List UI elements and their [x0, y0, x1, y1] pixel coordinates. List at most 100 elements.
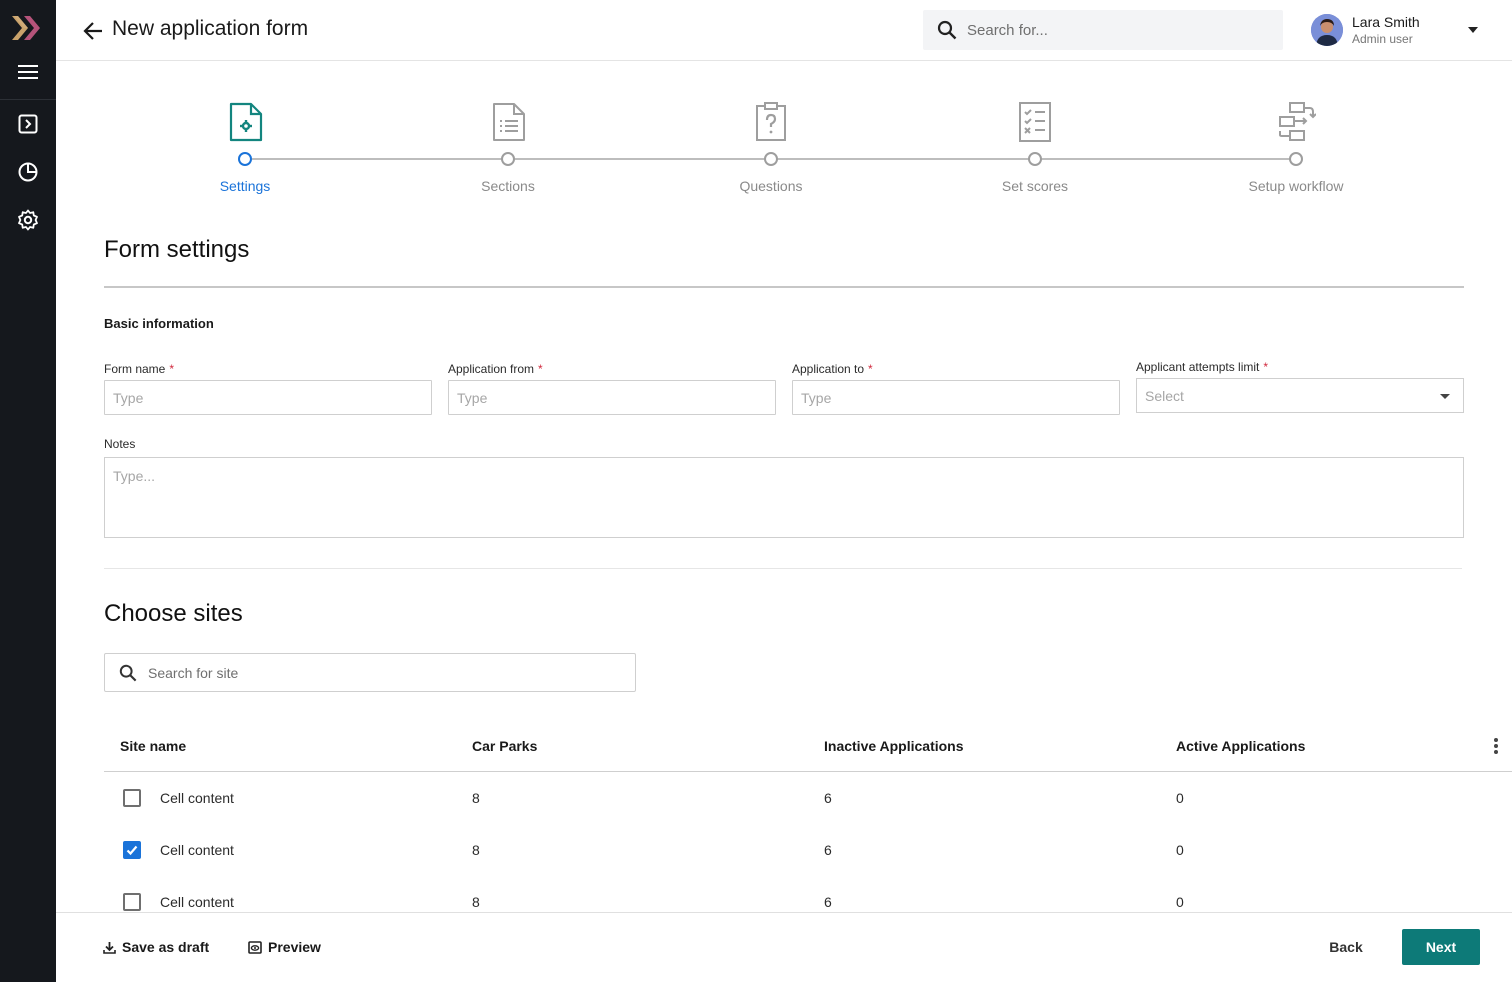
- notes-label: Notes: [104, 437, 136, 451]
- step-dot: [1028, 152, 1042, 166]
- basic-info-heading: Basic information: [104, 316, 214, 331]
- table-row: Cell content 8 6 0: [104, 772, 1512, 824]
- step-dot: [1289, 152, 1303, 166]
- column-header[interactable]: Inactive Applications: [824, 738, 964, 754]
- download-icon: [103, 941, 116, 954]
- sites-table: Site name Car Parks Inactive Application…: [104, 720, 1512, 928]
- global-search-input[interactable]: [967, 10, 1267, 50]
- active-applications-cell: 0: [1176, 894, 1184, 910]
- section-divider: [104, 286, 1464, 288]
- top-bar: New application form Lara Smith Admin us…: [56, 0, 1512, 61]
- chevron-down-icon: [1440, 394, 1450, 399]
- user-name: Lara Smith: [1352, 14, 1420, 30]
- workflow-icon: [1279, 102, 1316, 141]
- checkmark-icon: [126, 845, 138, 856]
- menu-button[interactable]: [0, 48, 56, 96]
- logo-icon[interactable]: [10, 14, 46, 42]
- step-label: Questions: [739, 178, 803, 194]
- column-header[interactable]: Car Parks: [472, 738, 537, 754]
- step-sections[interactable]: Sections: [418, 61, 598, 211]
- step-label: Sections: [481, 178, 535, 194]
- step-settings[interactable]: Settings: [155, 61, 335, 211]
- search-icon: [119, 664, 137, 682]
- table-header: Site name Car Parks Inactive Application…: [104, 720, 1512, 772]
- settings-nav-button[interactable]: [0, 196, 56, 244]
- car-parks-cell: 8: [472, 790, 480, 806]
- required-mark: *: [868, 362, 873, 376]
- inactive-applications-cell: 6: [824, 842, 832, 858]
- checklist-icon: [1019, 102, 1051, 142]
- avatar: [1311, 14, 1343, 46]
- site-search[interactable]: [104, 653, 636, 692]
- required-mark: *: [169, 362, 175, 376]
- step-set-scores[interactable]: Set scores: [945, 61, 1125, 211]
- reports-icon: [18, 162, 38, 182]
- search-icon: [937, 20, 957, 40]
- attempts-limit-field: Applicant attempts limit * Select: [1136, 360, 1464, 413]
- form-settings-title: Form settings: [104, 236, 250, 263]
- column-header[interactable]: Active Applications: [1176, 738, 1305, 754]
- required-mark: *: [1263, 360, 1269, 374]
- step-label: Settings: [219, 178, 271, 194]
- menu-icon: [18, 65, 38, 79]
- row-checkbox[interactable]: [123, 789, 141, 807]
- section-divider: [104, 568, 1462, 569]
- inactive-applications-cell: 6: [824, 894, 832, 910]
- page-title: New application form: [112, 17, 309, 40]
- footer-action-bar: Save as draft Preview Back Next: [56, 912, 1512, 982]
- clipboard-question-icon: [756, 102, 786, 141]
- preview-button[interactable]: Preview: [248, 939, 321, 955]
- global-search[interactable]: [923, 10, 1283, 50]
- site-name-cell: Cell content: [160, 842, 234, 858]
- site-search-input[interactable]: [148, 654, 618, 691]
- more-vertical-icon[interactable]: [1492, 737, 1500, 755]
- preview-label: Preview: [268, 939, 321, 955]
- settings-icon: [18, 209, 38, 231]
- forms-icon: [18, 114, 38, 134]
- row-checkbox[interactable]: [123, 841, 141, 859]
- site-name-cell: Cell content: [160, 894, 234, 910]
- preview-icon: [248, 940, 262, 954]
- active-applications-cell: 0: [1176, 790, 1184, 806]
- progress-stepper: Settings Sections Questions Set scores S…: [56, 61, 1512, 211]
- car-parks-cell: 8: [472, 894, 480, 910]
- form-name-field: Form name *: [104, 362, 432, 415]
- nav-rail: [0, 0, 56, 982]
- application-from-field: Application from *: [448, 362, 776, 415]
- application-from-input[interactable]: [448, 380, 776, 415]
- user-menu[interactable]: Lara Smith Admin user: [1311, 13, 1491, 49]
- site-name-cell: Cell content: [160, 790, 234, 806]
- attempts-limit-select[interactable]: Select: [1136, 378, 1464, 413]
- column-header[interactable]: Site name: [120, 738, 186, 754]
- file-settings-icon: [229, 102, 263, 142]
- forms-nav-button[interactable]: [0, 100, 56, 148]
- attempts-limit-label: Applicant attempts limit *: [1136, 360, 1269, 374]
- file-list-icon: [493, 103, 525, 141]
- inactive-applications-cell: 6: [824, 790, 832, 806]
- step-dot: [501, 152, 515, 166]
- back-button[interactable]: Back: [1314, 930, 1378, 964]
- back-arrow-icon[interactable]: [82, 20, 104, 42]
- application-from-label: Application from *: [448, 362, 543, 376]
- step-questions[interactable]: Questions: [681, 61, 861, 211]
- application-to-label: Application to *: [792, 362, 873, 376]
- form-name-label: Form name *: [104, 362, 175, 376]
- car-parks-cell: 8: [472, 842, 480, 858]
- next-button[interactable]: Next: [1402, 929, 1480, 965]
- table-row: Cell content 8 6 0: [104, 824, 1512, 876]
- step-dot: [764, 152, 778, 166]
- form-name-input[interactable]: [104, 380, 432, 415]
- chevron-down-icon[interactable]: [1467, 26, 1479, 34]
- reports-nav-button[interactable]: [0, 148, 56, 196]
- step-dot: [238, 152, 252, 166]
- required-mark: *: [538, 362, 543, 376]
- step-setup-workflow[interactable]: Setup workflow: [1206, 61, 1386, 211]
- row-checkbox[interactable]: [123, 893, 141, 911]
- save-draft-button[interactable]: Save as draft: [103, 939, 209, 955]
- step-label: Setup workflow: [1248, 178, 1344, 194]
- notes-textarea[interactable]: [104, 457, 1464, 538]
- step-label: Set scores: [1001, 178, 1069, 194]
- active-applications-cell: 0: [1176, 842, 1184, 858]
- application-to-input[interactable]: [792, 380, 1120, 415]
- notes-field: Notes: [104, 437, 1464, 543]
